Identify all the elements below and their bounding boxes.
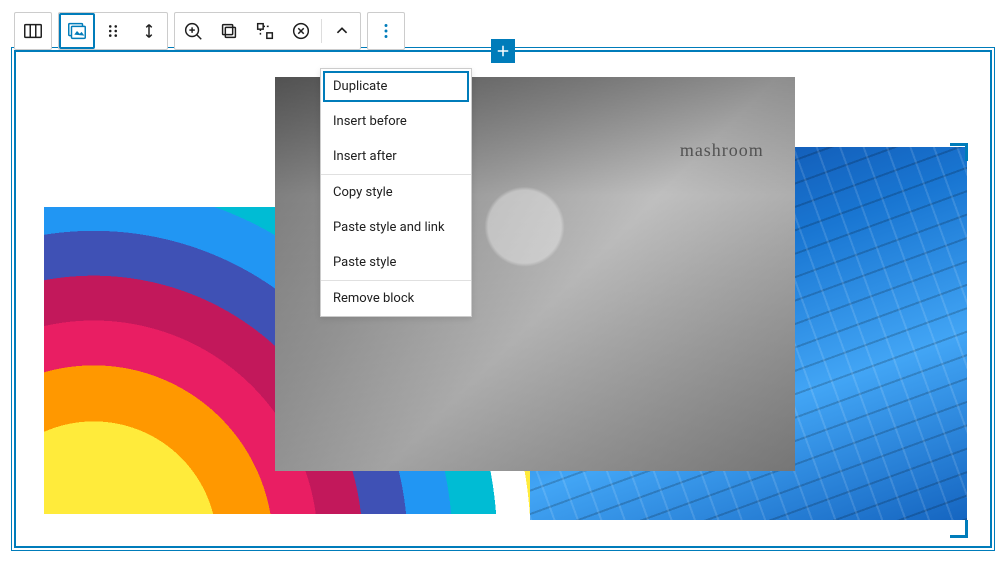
transform-icon: [254, 20, 276, 42]
arrows-v-icon: [138, 20, 160, 42]
image-block-button[interactable]: [59, 13, 95, 49]
editor-canvas[interactable]: mashroom: [14, 50, 992, 548]
toolbar-group-block: [58, 12, 168, 50]
drag-handle-button[interactable]: [95, 13, 131, 49]
copy-button[interactable]: [211, 13, 247, 49]
chevron-up-button[interactable]: [324, 13, 360, 49]
more-vertical-icon: [375, 20, 397, 42]
menu-item-copy-style[interactable]: Copy style: [321, 175, 471, 210]
columns-parent-button[interactable]: [15, 13, 51, 49]
plus-icon: [494, 42, 512, 60]
image-icon: [66, 20, 88, 42]
block-context-menu: Duplicate Insert before Insert after Cop…: [320, 68, 472, 317]
chevron-up-icon: [331, 20, 353, 42]
drag-icon: [102, 20, 124, 42]
selection-corner-bottom-right: [950, 520, 968, 538]
toolbar-separator: [321, 19, 322, 43]
menu-item-duplicate[interactable]: Duplicate: [321, 69, 471, 104]
toolbar-group-actions: [174, 12, 361, 50]
menu-item-insert-before[interactable]: Insert before: [321, 104, 471, 139]
zoom-in-icon: [182, 20, 204, 42]
transform-button[interactable]: [247, 13, 283, 49]
menu-item-remove-block[interactable]: Remove block: [321, 281, 471, 316]
more-options-button[interactable]: [368, 13, 404, 49]
close-circle-icon: [290, 20, 312, 42]
remove-button[interactable]: [283, 13, 319, 49]
move-arrows-button[interactable]: [131, 13, 167, 49]
toolbar-group-parent: [14, 12, 52, 50]
columns-icon: [22, 20, 44, 42]
block-toolbar: [14, 12, 405, 50]
menu-item-paste-style[interactable]: Paste style: [321, 245, 471, 280]
image-text: mashroom: [680, 140, 764, 161]
copy-icon: [218, 20, 240, 42]
menu-item-insert-after[interactable]: Insert after: [321, 139, 471, 174]
zoom-in-button[interactable]: [175, 13, 211, 49]
add-block-button[interactable]: [491, 39, 515, 63]
toolbar-group-more: [367, 12, 405, 50]
menu-item-paste-style-link[interactable]: Paste style and link: [321, 210, 471, 245]
